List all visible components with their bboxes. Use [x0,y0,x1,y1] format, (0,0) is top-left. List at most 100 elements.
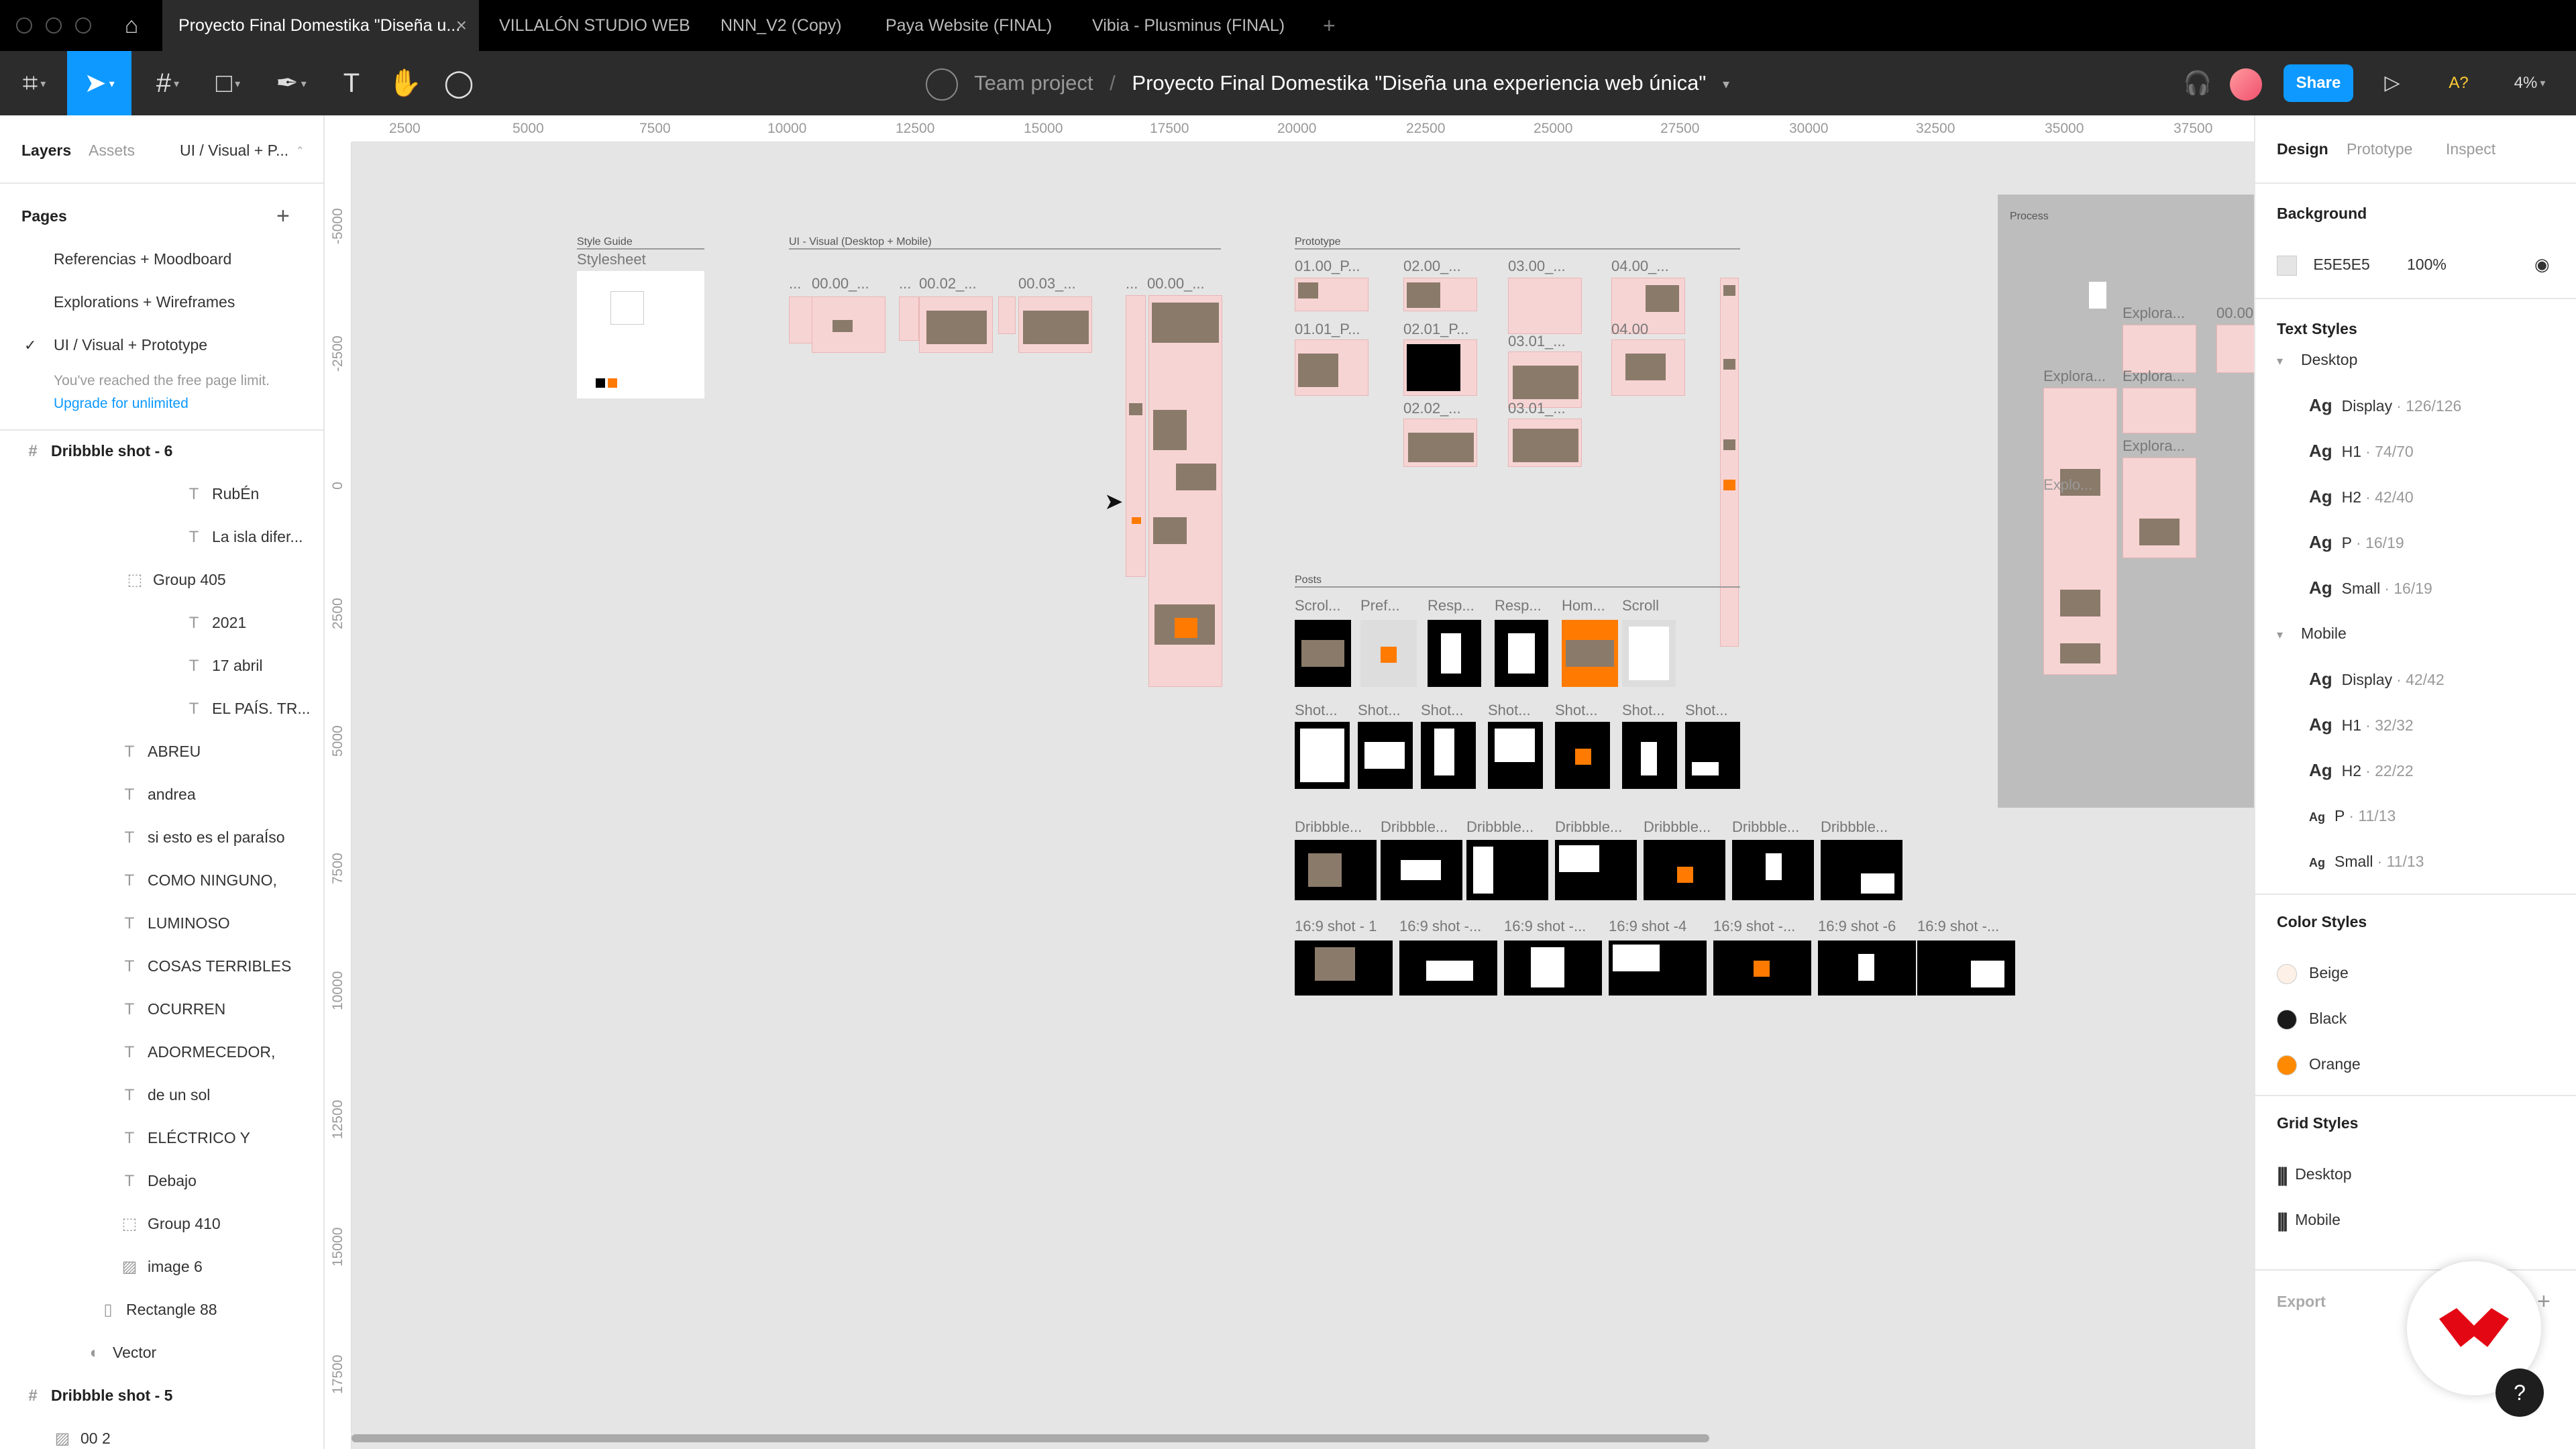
shot-16-9-frame[interactable] [1713,941,1811,996]
tab-prototype[interactable]: Prototype [2347,129,2412,169]
ui-frame[interactable] [919,297,993,353]
upgrade-link[interactable]: Upgrade for unlimited [0,389,323,419]
layer-row[interactable]: T ABREU [0,730,323,773]
move-tool-icon[interactable]: ➤ ▾ [67,51,131,115]
shot-frame[interactable] [1488,722,1543,789]
process-section[interactable]: Process Explora... 00.00 Explora... Expl… [1998,195,2254,808]
tab-assets[interactable]: Assets [89,129,135,172]
home-icon[interactable]: ⌂ [111,0,152,51]
dribbble-frame[interactable] [1644,840,1725,900]
proto-frame[interactable] [1508,278,1582,334]
layer-row[interactable]: T ELÉCTRICO Y [0,1116,323,1159]
tab-proyecto-final[interactable]: Proyecto Final Domestika "Diseña u... × [162,0,479,51]
shot-frame[interactable] [1685,722,1740,789]
post-frame[interactable] [1495,620,1548,687]
dribbble-frame[interactable] [1381,840,1462,900]
layer-row[interactable]: Tandrea [0,773,323,816]
tab-villalon[interactable]: VILLALÓN STUDIO WEB [483,0,691,51]
post-frame[interactable] [1360,620,1417,687]
stylesheet-frame[interactable] [577,271,704,398]
proto-frame[interactable] [1403,278,1477,311]
ui-frame[interactable] [899,297,919,341]
ui-frame-mobile[interactable] [1126,295,1146,577]
process-frame[interactable] [2123,458,2196,558]
zoom-control[interactable]: 4% ▾ [2500,51,2560,115]
shot-frame[interactable] [1295,722,1350,789]
dribbble-frame[interactable] [1555,840,1637,900]
close-icon[interactable]: × [456,0,467,51]
frame-tool-icon[interactable]: # ▾ [141,51,195,115]
post-frame[interactable] [1622,620,1676,687]
tab-paya[interactable]: Paya Website (FINAL) [869,0,1071,51]
shot-16-9-frame[interactable] [1295,941,1393,996]
proto-frame[interactable] [1295,278,1368,311]
process-frame[interactable] [2089,282,2106,309]
proto-frame-mobile[interactable] [1720,278,1739,647]
dribbble-frame[interactable] [1821,840,1902,900]
layer-row[interactable]: ▨ 00 2 [0,1417,323,1449]
ui-frame[interactable] [812,297,885,353]
shape-tool-icon[interactable]: □ ▾ [201,51,255,115]
layer-row[interactable]: Tde un sol [0,1073,323,1116]
dribbble-frame[interactable] [1732,840,1814,900]
page-item-referencias[interactable]: Referencias + Moodboard [0,237,323,280]
text-style-item[interactable]: Ag P · 11/13 [2255,796,2576,836]
comment-tool-icon[interactable]: ◯ [439,51,479,115]
color-style-orange[interactable]: Orange [2255,1044,2576,1084]
shot-16-9-frame[interactable] [1818,941,1916,996]
process-frame[interactable] [2123,325,2196,373]
ui-frame[interactable] [789,297,813,343]
layer-row[interactable]: ⬚ Group 410 [0,1202,323,1245]
tab-layers[interactable]: Layers [21,129,71,172]
background-opacity[interactable]: 100% [2407,244,2447,284]
window-zoom-icon[interactable] [75,17,91,34]
accessibility-icon[interactable]: A? [2435,51,2482,115]
shot-16-9-frame[interactable] [1917,941,2015,996]
text-style-group-desktop[interactable]: ▾ Desktop [2255,339,2576,380]
hand-tool-icon[interactable]: ✋ [385,51,425,115]
layer-row[interactable]: T Debajo [0,1159,323,1202]
process-frame[interactable] [2123,388,2196,433]
grid-style-desktop[interactable]: ||| Desktop [2255,1154,2576,1194]
layer-row[interactable]: T La isla difer... [0,515,323,558]
proto-frame[interactable] [1611,339,1685,396]
tab-design[interactable]: Design [2277,129,2328,169]
file-title[interactable]: Proyecto Final Domestika "Diseña una exp… [1132,71,1706,95]
layer-row[interactable]: ◐ Vector [0,1331,323,1374]
add-export-icon[interactable]: + [2537,1281,2571,1322]
layer-row[interactable]: T 2021 [0,601,323,644]
horizontal-scrollbar[interactable] [352,1434,1709,1442]
layer-row[interactable]: ⬚ Group 405 [0,558,323,601]
layer-row[interactable]: T OCURREN [0,987,323,1030]
ui-frame-long[interactable] [1148,295,1222,687]
text-tool-icon[interactable]: T [331,51,372,115]
proto-frame[interactable] [1295,339,1368,396]
shot-16-9-frame[interactable] [1504,941,1602,996]
layer-row[interactable]: T 17 abril [0,644,323,687]
share-button[interactable]: Share [2284,64,2353,102]
shot-frame[interactable] [1358,722,1413,789]
text-style-item[interactable]: Ag P · 16/19 [2255,522,2576,562]
proto-frame[interactable] [1403,419,1477,467]
proto-frame[interactable] [1508,419,1582,467]
main-menu-icon[interactable]: ⌗ ▾ [11,51,58,115]
shot-16-9-frame[interactable] [1399,941,1497,996]
team-avatar-icon[interactable] [926,68,958,101]
dribbble-frame[interactable] [1466,840,1548,900]
tab-vibia[interactable]: Vibia - Plusminus (FINAL) [1076,0,1304,51]
background-hex[interactable]: E5E5E5 [2313,256,2369,273]
text-style-item[interactable]: Ag H2 · 22/22 [2255,750,2576,790]
team-project-link[interactable]: Team project [974,71,1093,95]
text-style-item[interactable]: Ag Small · 11/13 [2255,841,2576,881]
text-style-group-mobile[interactable]: ▾ Mobile [2255,613,2576,653]
text-style-item[interactable]: Ag H1 · 74/70 [2255,431,2576,471]
window-close-icon[interactable] [16,17,32,34]
new-tab-icon[interactable]: + [1307,0,1347,51]
window-minimize-icon[interactable] [46,17,62,34]
ui-frame[interactable] [998,297,1016,334]
pen-tool-icon[interactable]: ✒ ▾ [264,51,318,115]
page-item-ui-visual[interactable]: ✓ UI / Visual + Prototype [0,323,323,366]
tab-nnn[interactable]: NNN_V2 (Copy) [704,0,872,51]
tab-inspect[interactable]: Inspect [2446,129,2496,169]
background-fill-row[interactable]: E5E5E5 100% ◉ [2255,244,2576,284]
